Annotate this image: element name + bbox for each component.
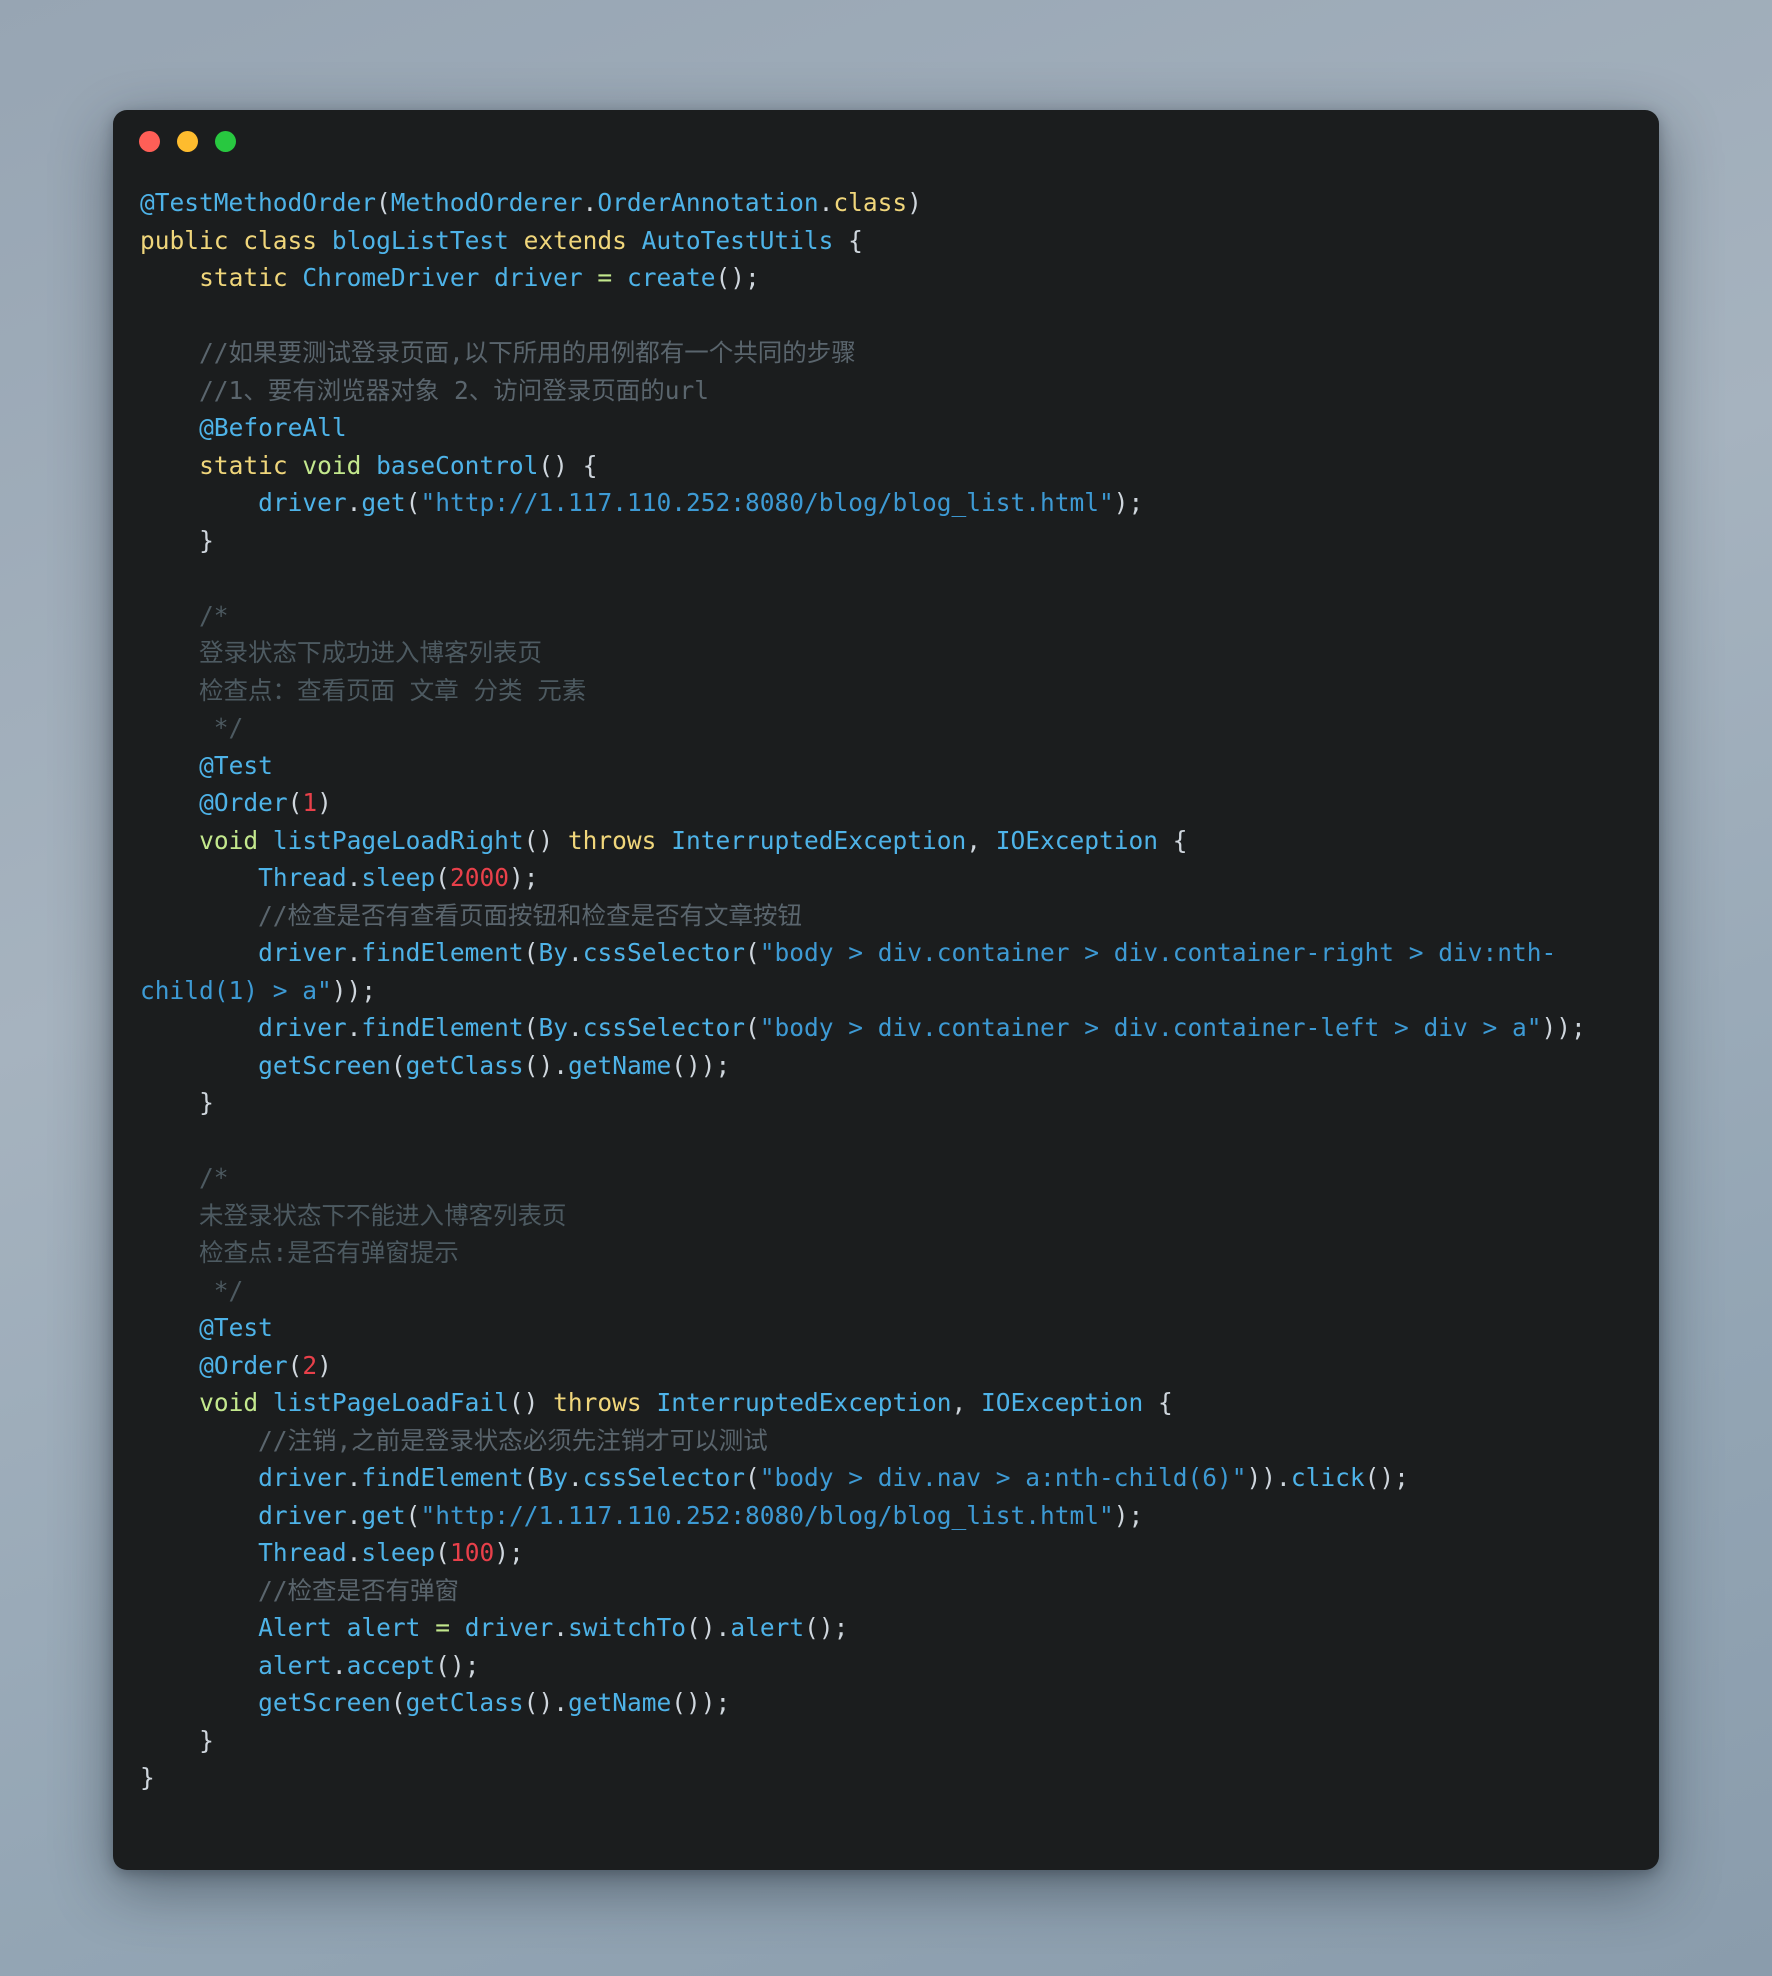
- code-line: 登录状态下成功进入博客列表页: [140, 638, 543, 667]
- code-line: getScreen(getClass().getName());: [258, 1688, 731, 1717]
- window-titlebar[interactable]: [113, 110, 1659, 172]
- close-button[interactable]: [139, 130, 160, 152]
- maximize-button[interactable]: [215, 130, 236, 152]
- code-line: Alert alert = driver.switchTo().alert();: [258, 1613, 849, 1642]
- code-line: //检查是否有查看页面按钮和检查是否有文章按钮: [140, 900, 803, 930]
- code-line: //如果要测试登录页面,以下所用的用例都有一个共同的步骤: [140, 338, 856, 367]
- code-line: getScreen(getClass().getName());: [258, 1050, 731, 1080]
- code-line: @TestMethodOrder(MethodOrderer.OrderAnno…: [140, 188, 922, 217]
- code-line: Thread.sleep(2000);: [258, 863, 539, 892]
- code-line: @Order(2): [199, 1350, 332, 1380]
- code-line: }: [140, 1763, 155, 1792]
- code-line: driver.get("http://1.117.110.252:8080/bl…: [258, 488, 1144, 517]
- code-line: //1、要有浏览器对象 2、访问登录页面的url: [140, 375, 710, 405]
- code-content[interactable]: @TestMethodOrder(MethodOrderer.OrderAnno…: [113, 172, 1659, 1797]
- code-line: */: [140, 1275, 244, 1305]
- code-line: /*: [140, 600, 229, 630]
- code-line: @BeforeAll: [199, 413, 347, 442]
- code-line: driver.get("http://1.117.110.252:8080/bl…: [258, 1500, 1144, 1530]
- code-line: 未登录状态下不能进入博客列表页: [140, 1200, 567, 1230]
- code-line: @Test: [199, 1313, 273, 1342]
- code-line: }: [199, 1088, 214, 1117]
- code-line: //注销,之前是登录状态必须先注销才可以测试: [140, 1425, 768, 1455]
- code-line: static ChromeDriver driver = create();: [199, 263, 760, 292]
- code-line: alert.accept();: [258, 1650, 480, 1680]
- code-line: driver.findElement(By.cssSelector("body …: [258, 1013, 1586, 1042]
- code-line: void listPageLoadFail() throws Interrupt…: [199, 1388, 1173, 1417]
- code-line: driver.findElement(By.cssSelector("body …: [140, 938, 1557, 1005]
- code-line: static void baseControl() {: [199, 450, 598, 480]
- code-line: @Test: [199, 750, 273, 780]
- code-line: }: [199, 525, 214, 555]
- code-line: @Order(1): [199, 788, 332, 817]
- code-line: Thread.sleep(100);: [258, 1538, 524, 1567]
- code-line: //检查是否有弹窗: [140, 1575, 460, 1605]
- code-line: */: [140, 713, 244, 742]
- code-line: void listPageLoadRight() throws Interrup…: [199, 825, 1188, 855]
- code-line: 检查点：查看页面 文章 分类 元素: [140, 675, 587, 705]
- code-editor-window: @TestMethodOrder(MethodOrderer.OrderAnno…: [113, 110, 1659, 1870]
- code-line: driver.findElement(By.cssSelector("body …: [258, 1463, 1409, 1492]
- code-line: 检查点:是否有弹窗提示: [140, 1238, 459, 1267]
- code-line: /*: [140, 1163, 229, 1192]
- code-line: }: [199, 1725, 214, 1755]
- code-line: public class blogListTest extends AutoTe…: [140, 225, 863, 255]
- minimize-button[interactable]: [177, 130, 198, 152]
